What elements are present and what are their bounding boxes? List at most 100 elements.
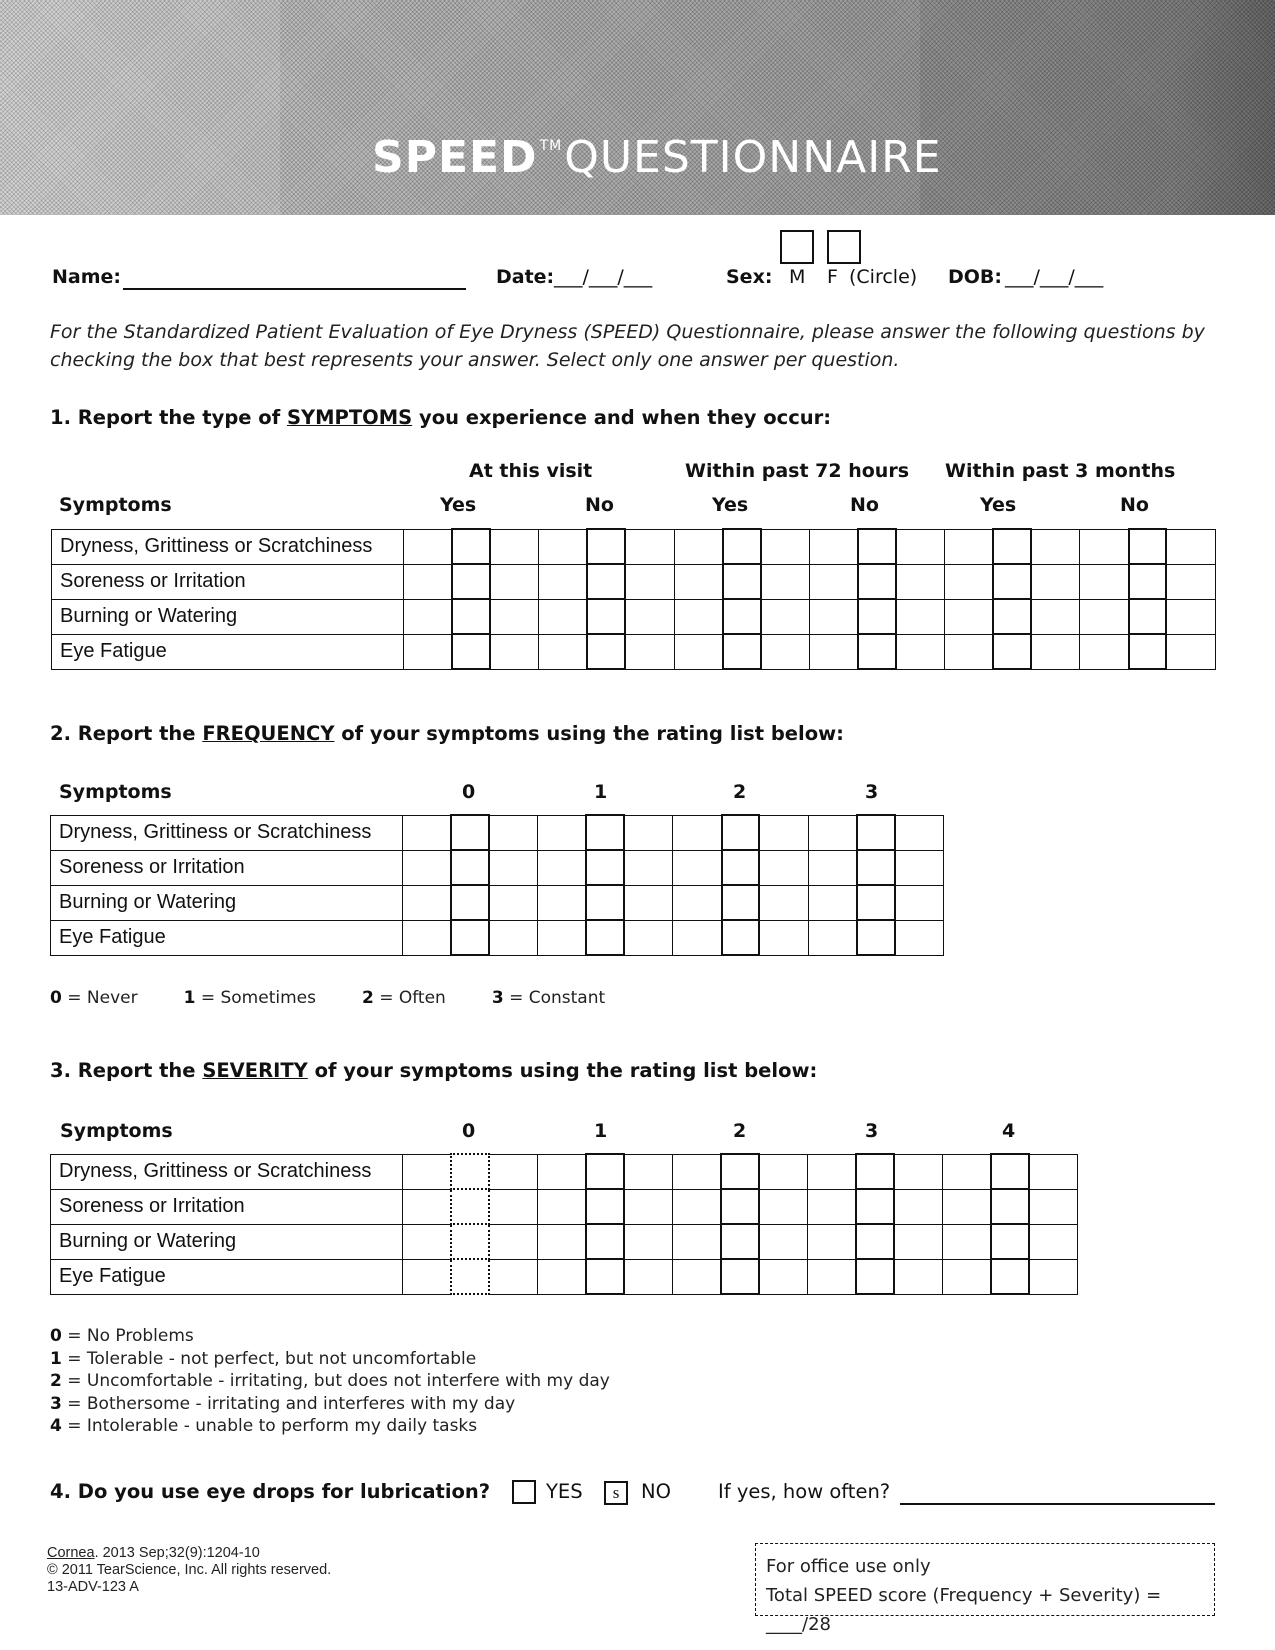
answer-checkbox[interactable] — [857, 633, 897, 670]
answer-checkbox[interactable] — [720, 919, 761, 956]
answer-checkbox[interactable] — [450, 1188, 490, 1225]
grid-spacer — [402, 814, 452, 851]
answer-checkbox[interactable] — [450, 884, 491, 921]
answer-checkbox[interactable] — [855, 1258, 895, 1295]
grid-spacer — [536, 1188, 587, 1225]
answer-checkbox[interactable] — [855, 849, 896, 886]
answer-checkbox[interactable] — [1127, 633, 1168, 670]
answer-checkbox[interactable] — [720, 849, 761, 886]
answer-checkbox[interactable] — [855, 1153, 895, 1190]
answer-checkbox[interactable] — [1127, 598, 1168, 635]
answer-checkbox[interactable] — [585, 1188, 625, 1225]
name-field[interactable] — [123, 268, 466, 290]
legend-item: 1 = Sometimes — [184, 988, 316, 1008]
answer-checkbox[interactable] — [721, 528, 762, 565]
answer-checkbox[interactable] — [721, 563, 762, 600]
answer-checkbox[interactable] — [855, 814, 896, 851]
answer-checkbox[interactable] — [990, 1153, 1030, 1190]
answer-checkbox[interactable] — [855, 884, 896, 921]
grid-spacer — [672, 814, 723, 851]
answer-checkbox[interactable] — [585, 1258, 625, 1295]
answer-checkbox[interactable] — [585, 1153, 625, 1190]
q4-no-checkbox[interactable]: s — [604, 1481, 628, 1505]
answer-checkbox[interactable] — [855, 1223, 895, 1260]
answer-checkbox[interactable] — [1127, 528, 1168, 565]
answer-checkbox[interactable] — [585, 814, 626, 851]
answer-checkbox[interactable] — [450, 1153, 490, 1190]
answer-checkbox[interactable] — [585, 849, 626, 886]
grid-spacer — [538, 563, 588, 600]
answer-checkbox[interactable] — [990, 1188, 1030, 1225]
instructions-text: For the Standardized Patient Evaluation … — [50, 321, 1205, 371]
answer-checkbox[interactable] — [992, 563, 1033, 600]
answer-checkbox[interactable] — [992, 633, 1033, 670]
table-row: Eye Fatigue — [50, 919, 944, 956]
answer-checkbox[interactable] — [992, 598, 1033, 635]
grid-spacer — [489, 598, 540, 635]
table-row: Dryness, Grittiness or Scratchiness — [51, 528, 1216, 565]
answer-checkbox[interactable] — [586, 633, 627, 670]
answer-checkbox[interactable] — [720, 814, 761, 851]
answer-checkbox[interactable] — [857, 563, 897, 600]
dob-field[interactable]: ___/___/___ — [1005, 266, 1103, 288]
answer-checkbox[interactable] — [585, 884, 626, 921]
grid-spacer — [1028, 1223, 1078, 1260]
legend-text: = Bothersome - irritating and interferes… — [61, 1393, 516, 1414]
answer-checkbox[interactable] — [450, 849, 491, 886]
grid-spacer — [488, 849, 539, 886]
answer-checkbox[interactable] — [855, 1188, 895, 1225]
date-field[interactable]: ___/___/___ — [554, 266, 652, 288]
answer-checkbox[interactable] — [857, 528, 897, 565]
answer-checkbox[interactable] — [451, 598, 492, 635]
page-title: SPEED TMQUESTIONNAIRE — [372, 132, 942, 183]
trademark-mark: TM — [539, 138, 563, 154]
answer-checkbox[interactable] — [451, 563, 492, 600]
answer-checkbox[interactable] — [1127, 563, 1168, 600]
answer-checkbox[interactable] — [450, 1258, 490, 1295]
legend-item: 2 = Often — [362, 988, 446, 1008]
answer-checkbox[interactable] — [720, 1188, 760, 1225]
legend-text: = Often — [373, 988, 446, 1008]
answer-checkbox[interactable] — [586, 563, 627, 600]
answer-checkbox[interactable] — [720, 1223, 760, 1260]
answer-checkbox[interactable] — [586, 528, 627, 565]
answer-checkbox[interactable] — [450, 919, 491, 956]
answer-checkbox[interactable] — [450, 814, 491, 851]
answer-checkbox[interactable] — [721, 633, 762, 670]
answer-checkbox[interactable] — [857, 598, 897, 635]
legend-text: = Intolerable - unable to perform my dai… — [61, 1416, 478, 1436]
grid-spacer — [672, 919, 723, 956]
total-score-field[interactable]: Total SPEED score (Frequency + Severity)… — [766, 1581, 1214, 1639]
answer-checkbox[interactable] — [585, 919, 626, 956]
answer-checkbox[interactable] — [721, 598, 762, 635]
sex-instruction: (Circle) — [849, 266, 918, 288]
answer-checkbox[interactable] — [990, 1223, 1030, 1260]
grid-spacer — [1030, 598, 1081, 635]
answer-checkbox[interactable] — [451, 528, 492, 565]
sex-f-checkbox[interactable] — [827, 230, 861, 264]
grid-spacer — [808, 598, 859, 635]
grid-spacer — [894, 919, 944, 956]
answer-checkbox[interactable] — [992, 528, 1033, 565]
symptom-label: Burning or Watering — [51, 598, 404, 635]
answer-checkbox[interactable] — [990, 1258, 1030, 1295]
q2-prefix: 2. Report the — [50, 722, 203, 745]
answer-checkbox[interactable] — [720, 884, 761, 921]
answer-checkbox[interactable] — [451, 633, 492, 670]
answer-checkbox[interactable] — [450, 1223, 490, 1260]
answer-checkbox[interactable] — [585, 1223, 625, 1260]
q4-frequency-field[interactable] — [900, 1483, 1215, 1505]
sex-m-checkbox[interactable] — [780, 230, 814, 264]
citation-text: . 2013 Sep;32(9):1204-10 — [94, 1545, 260, 1561]
grid-spacer — [807, 884, 858, 921]
sex-f-option[interactable]: F — [827, 266, 838, 288]
q1-group-header: At this visit — [469, 460, 593, 482]
sex-m-option[interactable]: M — [789, 266, 805, 288]
answer-checkbox[interactable] — [855, 919, 896, 956]
answer-checkbox[interactable] — [720, 1258, 760, 1295]
answer-checkbox[interactable] — [586, 598, 627, 635]
answer-checkbox[interactable] — [720, 1153, 760, 1190]
grid-spacer — [895, 528, 946, 565]
q4-yes-checkbox[interactable] — [512, 1480, 536, 1504]
grid-spacer — [623, 1153, 673, 1190]
